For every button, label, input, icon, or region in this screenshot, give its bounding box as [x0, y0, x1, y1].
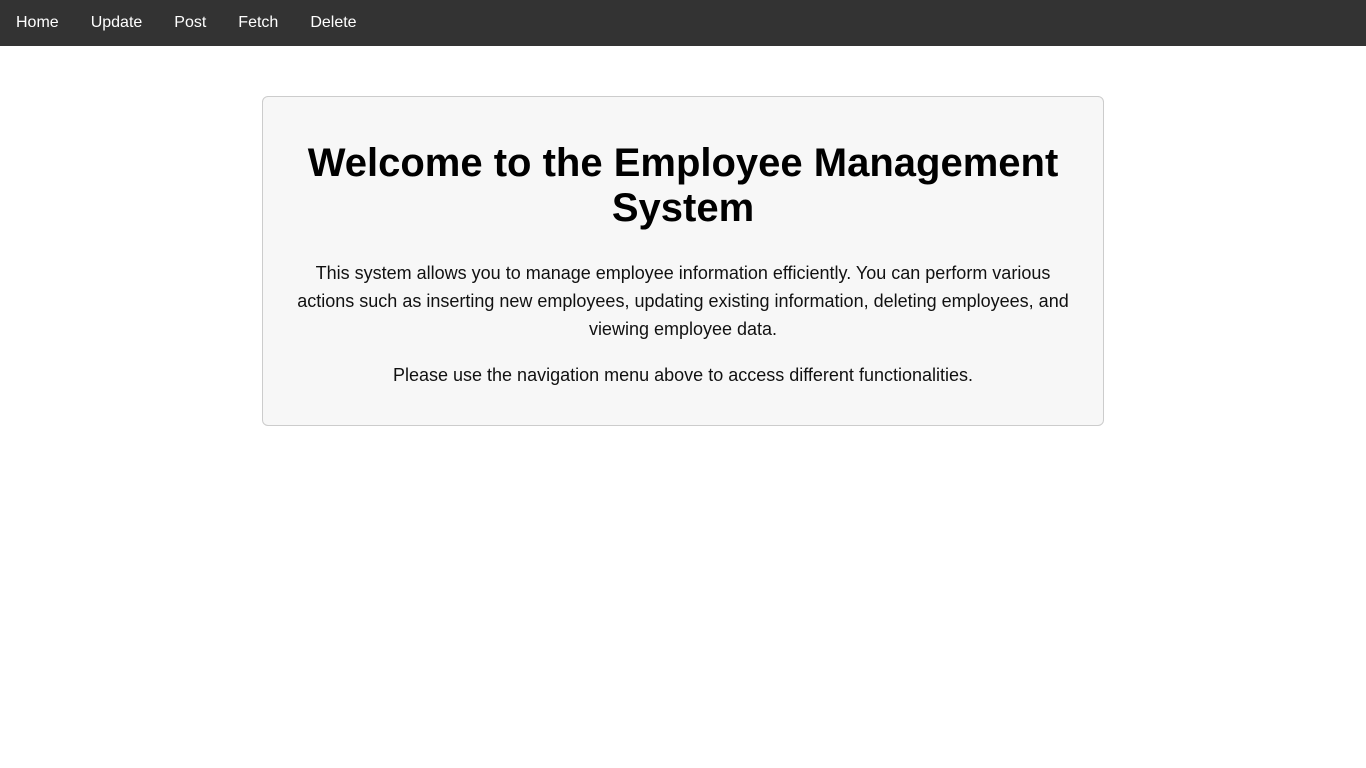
nav-link-fetch[interactable]: Fetch: [222, 0, 294, 46]
nav-link-delete[interactable]: Delete: [294, 0, 372, 46]
top-navbar: Home Update Post Fetch Delete: [0, 0, 1366, 46]
welcome-card: Welcome to the Employee Management Syste…: [262, 96, 1104, 426]
nav-link-update[interactable]: Update: [75, 0, 159, 46]
nav-link-post[interactable]: Post: [158, 0, 222, 46]
intro-paragraph: This system allows you to manage employe…: [297, 263, 1069, 339]
nav-link-home[interactable]: Home: [0, 0, 75, 46]
navigation-hint-paragraph: Please use the navigation menu above to …: [392, 365, 974, 385]
main-content: Welcome to the Employee Management Syste…: [0, 46, 1366, 426]
page-title: Welcome to the Employee Management Syste…: [307, 141, 1059, 230]
